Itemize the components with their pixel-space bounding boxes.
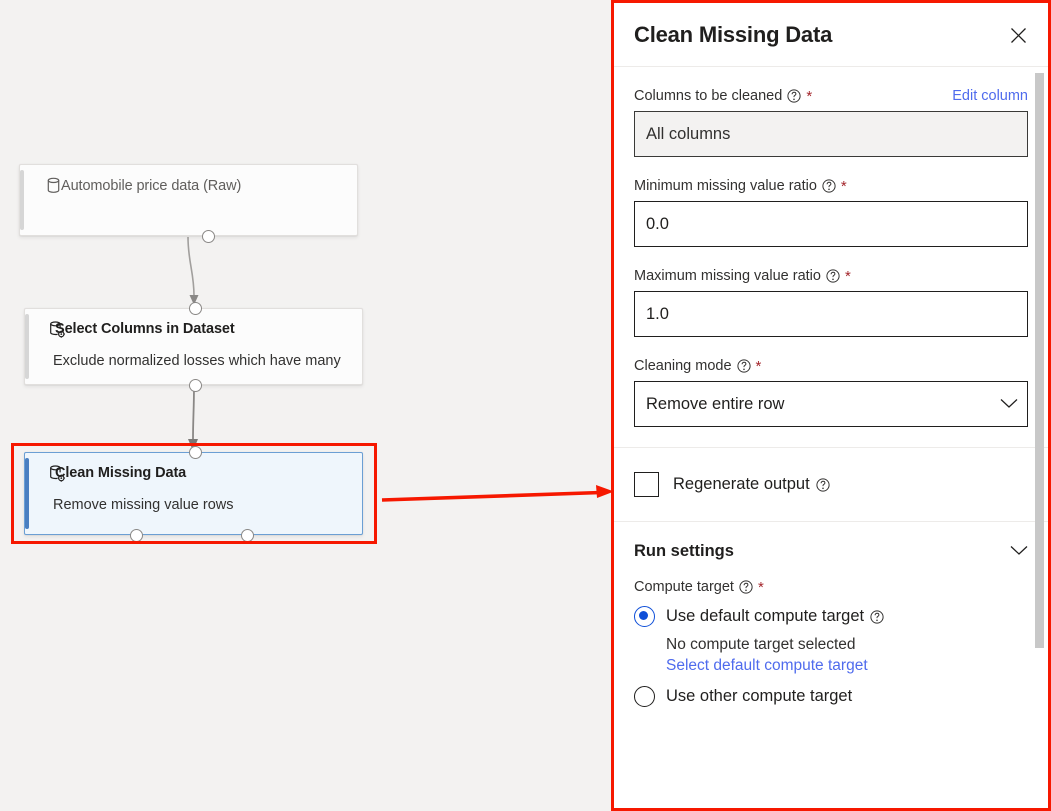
help-circle-icon[interactable] (787, 89, 801, 103)
run-settings-title: Run settings (634, 542, 734, 560)
help-circle-icon[interactable] (870, 609, 884, 624)
no-compute-target-selected-text: No compute target selected (666, 636, 856, 653)
field-label-text: Maximum missing value ratio (634, 268, 821, 284)
input-value: 1.0 (646, 304, 669, 323)
panel-title: Clean Missing Data (634, 22, 833, 47)
edit-column-link[interactable]: Edit column (952, 88, 1028, 104)
compute-target-label-text: Compute target (634, 579, 734, 595)
radio-label: Use other compute target (666, 687, 852, 706)
app-root: Automobile price data (Raw) Select Colum… (0, 0, 1051, 811)
run-settings-header[interactable]: Run settings (614, 522, 1048, 561)
required-mark: * (840, 177, 847, 195)
field-label: Maximum missing value ratio * (634, 268, 851, 284)
field-label: Columns to be cleaned * (634, 88, 812, 104)
regenerate-output-label-text: Regenerate output (673, 475, 810, 493)
panel-scrollbar-thumb[interactable] (1035, 73, 1044, 648)
chevron-down-icon[interactable] (1010, 543, 1028, 561)
help-circle-icon[interactable] (816, 477, 830, 492)
annotation-arrow (381, 485, 614, 502)
chevron-down-icon (1000, 395, 1018, 414)
columns-to-be-cleaned-input[interactable]: All columns (634, 111, 1028, 157)
panel-header: Clean Missing Data (614, 3, 1048, 67)
help-circle-icon[interactable] (826, 269, 840, 283)
field-maximum-missing-value-ratio: Maximum missing value ratio * 1.0 (614, 268, 1048, 337)
dropdown-value: Remove entire row (646, 394, 785, 413)
field-label: Cleaning mode * (634, 358, 761, 374)
regenerate-output-checkbox[interactable] (634, 472, 659, 497)
radio-label-text: Use default compute target (666, 607, 865, 625)
field-minimum-missing-value-ratio: Minimum missing value ratio * 0.0 (614, 178, 1048, 247)
radio-label-text: Use other compute target (666, 687, 853, 705)
field-label: Compute target * (634, 579, 764, 595)
field-label-text: Cleaning mode (634, 358, 732, 374)
panel-scrollbar-track[interactable] (1035, 69, 1046, 805)
help-circle-icon[interactable] (739, 580, 753, 594)
required-mark: * (757, 578, 764, 596)
help-circle-icon[interactable] (736, 359, 751, 373)
radio-use-other-compute-target[interactable]: Use other compute target (614, 675, 1048, 707)
field-label-text: Minimum missing value ratio (634, 178, 817, 194)
pipeline-canvas[interactable]: Automobile price data (Raw) Select Colum… (0, 0, 614, 811)
radio-button[interactable] (634, 686, 655, 707)
required-mark: * (806, 87, 813, 105)
regenerate-output-row[interactable]: Regenerate output (614, 448, 1048, 521)
module-properties-panel: Clean Missing Data Columns to be cleaned (611, 0, 1051, 811)
cleaning-mode-dropdown[interactable]: Remove entire row (634, 381, 1028, 427)
field-cleaning-mode: Cleaning mode * Remove entire row (614, 358, 1048, 447)
radio-label: Use default compute target (666, 607, 884, 626)
required-mark: * (844, 267, 851, 285)
radio-button[interactable] (634, 606, 655, 627)
maximum-missing-value-ratio-input[interactable]: 1.0 (634, 291, 1028, 337)
regenerate-output-label: Regenerate output (673, 475, 830, 494)
field-columns-to-be-cleaned: Columns to be cleaned * Edit column All … (614, 88, 1048, 157)
panel-body: Columns to be cleaned * Edit column All … (614, 88, 1048, 707)
minimum-missing-value-ratio-input[interactable]: 0.0 (634, 201, 1028, 247)
field-label-text: Columns to be cleaned (634, 88, 783, 104)
field-compute-target: Compute target * (614, 579, 1048, 595)
radio-use-default-compute-target[interactable]: Use default compute target (614, 597, 1048, 627)
close-icon[interactable] (1002, 19, 1034, 51)
field-label: Minimum missing value ratio * (634, 178, 847, 194)
help-circle-icon[interactable] (822, 179, 836, 193)
input-value: All columns (646, 124, 731, 143)
input-value: 0.0 (646, 214, 669, 233)
required-mark: * (755, 357, 762, 375)
select-default-compute-target-link[interactable]: Select default compute target (614, 654, 1048, 675)
